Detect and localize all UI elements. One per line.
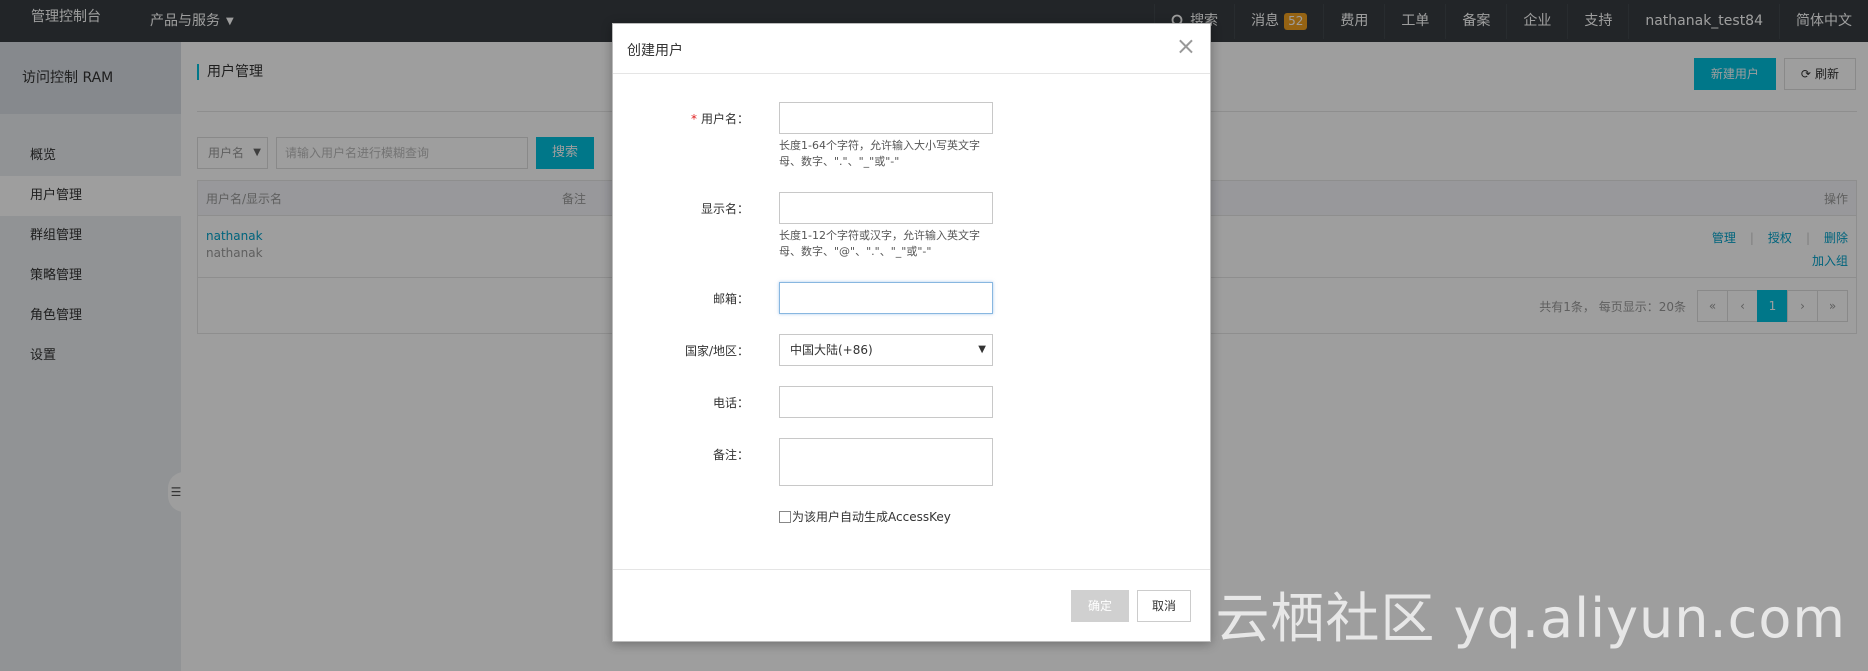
- phone-input[interactable]: [779, 386, 993, 418]
- required-mark: *: [690, 112, 697, 126]
- watermark: 云栖社区 yq.aliyun.com: [1215, 587, 1846, 650]
- create-user-dialog: 创建用户 × * 用户名： 长度1-64个字符，允许输入大小写英文字母、数字、".…: [612, 23, 1211, 642]
- dialog-header: 创建用户 ×: [613, 24, 1210, 74]
- remark-textarea[interactable]: [779, 438, 993, 486]
- phone-label: 电话：: [712, 396, 749, 410]
- caret-down-icon: ▼: [978, 344, 986, 355]
- country-label: 国家/地区：: [684, 344, 749, 358]
- auto-accesskey-label: 为该用户自动生成AccessKey: [792, 510, 951, 524]
- display-name-input[interactable]: [779, 192, 993, 224]
- auto-accesskey-checkbox[interactable]: [779, 510, 791, 523]
- country-select-value: 中国大陆(+86): [790, 343, 873, 357]
- confirm-button[interactable]: 确定: [1070, 590, 1129, 622]
- username-label: * 用户名：: [691, 110, 749, 127]
- email-input[interactable]: [779, 282, 993, 314]
- username-label-text: 用户名：: [700, 112, 749, 126]
- close-icon[interactable]: ×: [1176, 34, 1196, 58]
- country-select[interactable]: 中国大陆(+86) ▼: [779, 334, 993, 366]
- dialog-title: 创建用户: [627, 43, 683, 59]
- email-label: 邮箱：: [712, 292, 749, 306]
- username-hint: 长度1-64个字符，允许输入大小写英文字母、数字、"."、"_"或"-": [779, 139, 980, 168]
- auto-accesskey-option[interactable]: 为该用户自动生成AccessKey: [779, 508, 951, 525]
- username-input[interactable]: [779, 102, 993, 134]
- display-name-hint: 长度1-12个字符或汉字，允许输入英文字母、数字、"@"、"."、"_"或"-": [779, 229, 980, 258]
- display-name-label: 显示名：: [700, 202, 749, 216]
- remark-label: 备注：: [712, 448, 749, 462]
- cancel-button[interactable]: 取消: [1136, 590, 1191, 622]
- dialog-footer-divider: [613, 569, 1210, 570]
